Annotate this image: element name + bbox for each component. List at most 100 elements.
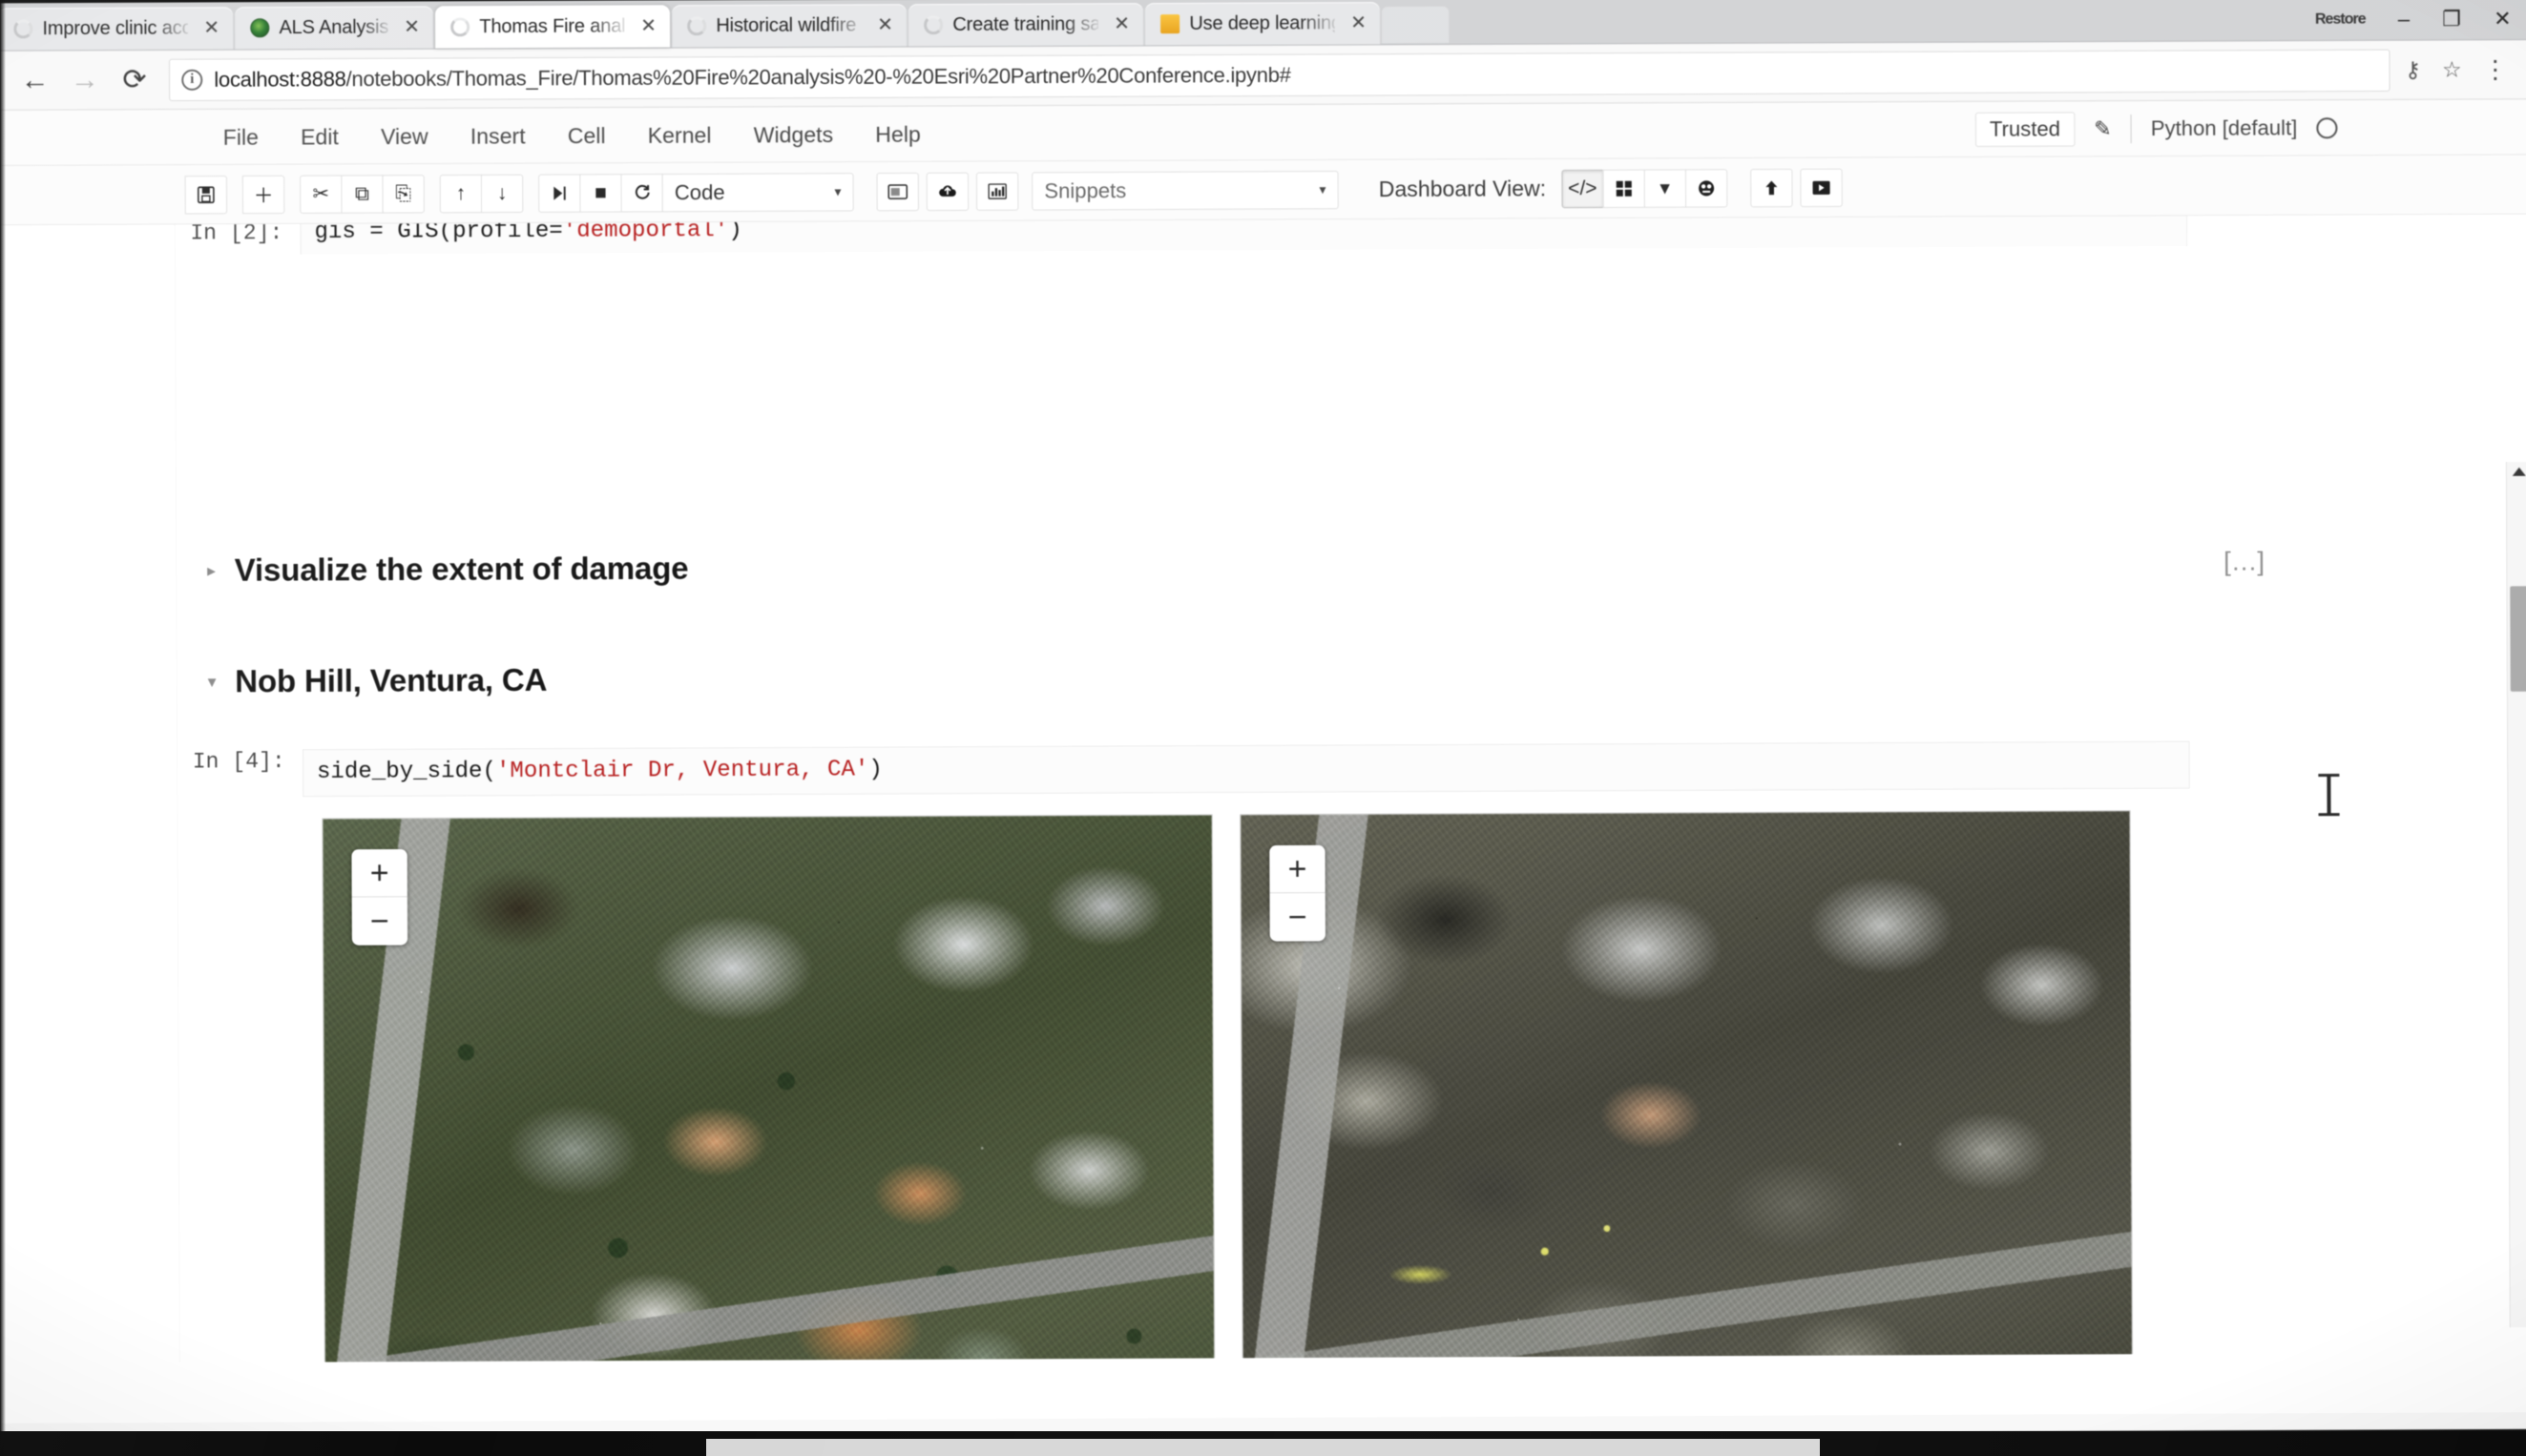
collapsed-content-ellipsis[interactable]: [...] — [2223, 546, 2323, 577]
code-token: ) — [728, 217, 742, 244]
spinner-icon — [924, 15, 944, 35]
reload-button[interactable]: ⟳ — [110, 54, 159, 104]
tab-close-icon[interactable]: ✕ — [198, 17, 225, 38]
toolbar-group-save — [184, 175, 228, 214]
move-cell-down-button[interactable]: ↓ — [480, 174, 524, 213]
browser-tab-3[interactable]: Historical wildfire ana ✕ — [672, 4, 908, 48]
jupyter-kernel-status: Trusted ✎ Python [default] — [1974, 110, 2526, 147]
notebook-cell-gis[interactable]: In [2]: gis = GIS(profile='demoportal') — [176, 214, 2188, 256]
notebook-scroll-area[interactable]: In [2]: gis = GIS(profile='demoportal') … — [0, 214, 2526, 1364]
maximize-button[interactable]: ❐ — [2442, 7, 2461, 31]
menu-file[interactable]: File — [201, 109, 280, 165]
dashboard-preview-button[interactable] — [1684, 168, 1728, 208]
heading-text: Visualize the extent of damage — [234, 550, 689, 588]
window-controls: Restore – ❐ ✕ — [2292, 7, 2526, 40]
tab-close-icon[interactable]: ✕ — [871, 14, 899, 35]
dashboard-code-view-button[interactable]: </> — [1561, 169, 1604, 208]
new-tab-button[interactable] — [1382, 6, 1450, 44]
chrome-menu-icon[interactable]: ⋮ — [2483, 54, 2508, 83]
page-scrollbar[interactable] — [2505, 461, 2526, 1328]
scroll-up-arrow-icon[interactable] — [2512, 467, 2526, 476]
code-token: gis = GIS(profile= — [314, 218, 563, 245]
esri-globe-icon — [250, 18, 270, 38]
cell-type-select[interactable]: Code ▾ — [661, 172, 854, 212]
browser-tab-0[interactable]: Improve clinic access f ✕ — [0, 7, 234, 51]
zoom-out-button[interactable]: − — [1269, 893, 1325, 941]
chevron-right-icon[interactable]: ▸ — [177, 560, 234, 580]
interrupt-kernel-button[interactable]: ■ — [579, 173, 622, 213]
browser-tab-2-active[interactable]: Thomas Fire analysis - ✕ — [435, 5, 671, 49]
chevron-down-icon[interactable]: ▾ — [177, 672, 235, 692]
before-fire-map[interactable]: + − Microsoft esri — [322, 814, 1217, 1364]
markdown-heading-nob-hill[interactable]: ▾ Nob Hill, Ventura, CA — [177, 655, 2324, 700]
after-fire-map[interactable]: + − City of Ventura, Bureau of Land … es… — [1240, 810, 2135, 1364]
zoom-in-button[interactable]: + — [1269, 844, 1326, 894]
menu-cell[interactable]: Cell — [547, 107, 627, 163]
dashboard-grid-view-button[interactable] — [1602, 169, 1645, 208]
browser-toolbar: ← → ⟳ i localhost:8888/notebooks/Thomas_… — [0, 40, 2526, 111]
map-zoom-controls: + − — [1269, 844, 1326, 942]
save-button[interactable] — [184, 175, 228, 214]
cell-type-value: Code — [674, 179, 725, 204]
menu-edit[interactable]: Edit — [280, 109, 360, 165]
notebook-cell-side-by-side[interactable]: In [4]: side_by_side('Montclair Dr, Vent… — [177, 740, 2190, 798]
tab-close-icon[interactable]: ✕ — [1108, 13, 1136, 34]
password-key-icon[interactable]: ⚷ — [2405, 57, 2421, 83]
menu-help[interactable]: Help — [854, 106, 942, 162]
site-info-icon[interactable]: i — [181, 69, 203, 91]
menu-view[interactable]: View — [360, 108, 449, 164]
dashboard-play-button[interactable] — [1800, 168, 1843, 207]
menu-insert[interactable]: Insert — [449, 108, 547, 164]
dashboard-upload-button[interactable] — [1749, 168, 1793, 207]
back-button[interactable]: ← — [10, 55, 59, 105]
cell-prompt: In [4]: — [192, 749, 285, 775]
browser-tab-1[interactable]: ALS Analysis ✕ — [235, 6, 434, 50]
browser-tab-4[interactable]: Create training sample ✕ — [908, 3, 1144, 47]
divider — [2130, 114, 2132, 143]
zoom-out-button[interactable]: − — [352, 897, 407, 945]
heading-text: Nob Hill, Ventura, CA — [235, 661, 548, 699]
restore-label: Restore — [2314, 10, 2366, 28]
markdown-heading-visualize-extent[interactable]: ▸ Visualize the extent of damage [...] — [177, 543, 2323, 589]
minimize-button[interactable]: – — [2398, 7, 2410, 31]
restart-kernel-button[interactable] — [620, 173, 663, 212]
run-cell-button[interactable] — [538, 173, 581, 213]
paste-cell-button[interactable]: ⎘ — [382, 174, 425, 214]
tab-close-icon[interactable]: ✕ — [1345, 12, 1372, 33]
address-bar[interactable]: i localhost:8888/notebooks/Thomas_Fire/T… — [169, 49, 2390, 101]
insert-cell-button[interactable]: ＋ — [241, 175, 285, 214]
dashboard-layout-caret-button[interactable]: ▾ — [1643, 168, 1686, 208]
close-window-button[interactable]: ✕ — [2494, 7, 2512, 31]
code-string-token: 'Montclair Dr, Ventura, CA' — [495, 757, 869, 785]
chart-button[interactable] — [975, 171, 1019, 211]
menu-kernel[interactable]: Kernel — [627, 107, 733, 163]
snippets-value: Snippets — [1044, 177, 1127, 202]
pencil-icon[interactable]: ✎ — [2094, 116, 2112, 141]
map-zoom-controls: + − — [351, 849, 408, 946]
tab-close-icon[interactable]: ✕ — [635, 15, 662, 36]
toolbar-group-run: ■ Code ▾ — [538, 172, 854, 213]
toolbar-group-extensions: Snippets ▾ — [869, 170, 1339, 211]
tab-close-icon[interactable]: ✕ — [398, 17, 426, 38]
chrome-browser-window: Improve clinic access f ✕ ALS Analysis ✕… — [0, 0, 2526, 1441]
snippets-select[interactable]: Snippets ▾ — [1032, 170, 1339, 211]
forward-button[interactable]: → — [60, 55, 110, 105]
cell-source[interactable]: side_by_side('Montclair Dr, Ventura, CA'… — [302, 740, 2190, 798]
trusted-badge[interactable]: Trusted — [1974, 111, 2076, 147]
spinner-icon — [13, 19, 33, 39]
bookmark-star-icon[interactable]: ☆ — [2442, 56, 2462, 82]
move-cell-up-button[interactable]: ↑ — [439, 174, 483, 213]
tab-title: Historical wildfire ana — [716, 14, 862, 36]
jupyter-notebook-app: File Edit View Insert Cell Kernel Widget… — [0, 99, 2526, 1424]
menu-widgets[interactable]: Widgets — [732, 106, 854, 162]
copy-cell-button[interactable]: ⧉ — [341, 174, 384, 214]
browser-tab-5[interactable]: Use deep learning to d ✕ — [1145, 2, 1381, 46]
command-palette-button[interactable] — [876, 172, 919, 211]
publish-cloud-button[interactable] — [926, 172, 970, 211]
scrollbar-thumb[interactable] — [2510, 586, 2526, 692]
zoom-in-button[interactable]: + — [351, 849, 407, 898]
spinner-icon — [687, 16, 707, 36]
text-cursor-ibeam — [2327, 775, 2331, 815]
cell-source[interactable]: gis = GIS(profile='demoportal') — [300, 214, 2188, 256]
cut-cell-button[interactable]: ✂ — [300, 175, 343, 214]
